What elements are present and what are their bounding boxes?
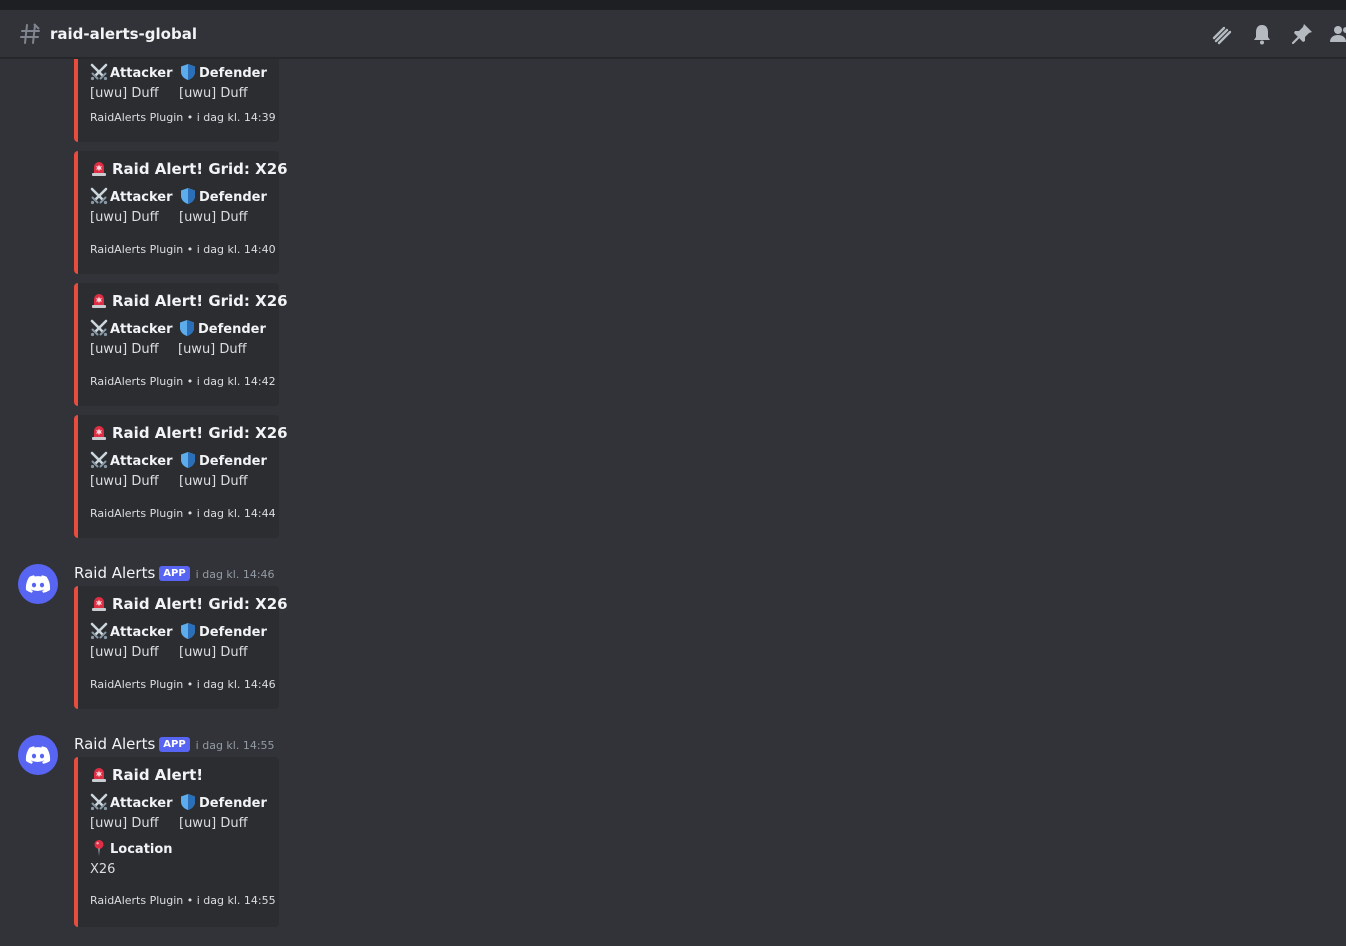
raid-alert-embed: Raid Alert! Grid: X26 Attacker [uwu] Duf… [74,586,288,709]
siren-icon [90,159,108,177]
embed-title: Raid Alert! Grid: X26 [90,291,288,311]
hashtag-icon [20,23,40,44]
defender-value: [uwu] Duff [179,474,248,489]
siren-icon [90,423,108,441]
defender-field: Defender [uwu] Duff [179,793,267,834]
defender-value: [uwu] Duff [178,342,247,357]
members-icon[interactable] [1328,22,1346,46]
defender-field: Defender [uwu] Duff [179,187,267,228]
defender-field: Defender [uwu] Duff [179,622,267,663]
embed-title: Raid Alert! [90,765,203,785]
message-header: Raid Alerts APP i dag kl. 14:55 [74,733,275,757]
message-list[interactable]: Attacker [uwu] Duff Defender [uwu] Duff … [0,59,1346,946]
username[interactable]: Raid Alerts [74,735,155,753]
shield-icon [179,63,197,81]
message-timestamp: i dag kl. 14:55 [195,739,275,752]
attacker-field: Attacker [uwu] Duff [90,793,173,834]
attacker-field: Attacker [uwu] Duff [90,319,173,360]
discord-logo-icon [18,735,58,775]
shield-icon [179,622,197,640]
crossed-swords-icon [90,451,108,469]
embed-footer: RaidAlerts Plugin • i dag kl. 14:44 [90,507,276,520]
shield-icon [179,187,197,205]
round-pushpin-icon [90,839,108,857]
message-timestamp: i dag kl. 14:46 [195,568,275,581]
raid-alert-embed: Raid Alert! Grid: X26 Attacker [uwu] Duf… [74,415,288,538]
defender-value: [uwu] Duff [179,816,248,831]
defender-value: [uwu] Duff [179,210,248,225]
siren-icon [90,765,108,783]
shield-icon [179,451,197,469]
raid-alert-embed: Raid Alert! Grid: X26 Attacker [uwu] Duf… [74,283,288,406]
attacker-field: Attacker [uwu] Duff [90,63,173,104]
attacker-field: Attacker [uwu] Duff [90,451,173,492]
attacker-value: [uwu] Duff [90,210,159,225]
siren-icon [90,291,108,309]
crossed-swords-icon [90,63,108,81]
raid-alert-embed: Raid Alert! Grid: X26 Attacker [uwu] Duf… [74,151,288,274]
embed-footer: RaidAlerts Plugin • i dag kl. 14:55 [90,894,276,907]
threads-icon[interactable] [1210,22,1234,46]
discord-logo-icon [18,564,58,604]
bot-avatar[interactable] [18,564,58,604]
channel-name: raid-alerts-global [50,25,197,43]
shield-icon [178,319,196,337]
embed-footer: RaidAlerts Plugin • i dag kl. 14:40 [90,243,276,256]
defender-field: Defender [uwu] Duff [178,319,266,360]
username[interactable]: Raid Alerts [74,564,155,582]
attacker-value: [uwu] Duff [90,816,159,831]
pin-icon[interactable] [1290,22,1314,46]
crossed-swords-icon [90,622,108,640]
defender-field: Defender [uwu] Duff [179,63,267,104]
raid-alert-embed: Attacker [uwu] Duff Defender [uwu] Duff … [74,59,279,142]
attacker-field: Attacker [uwu] Duff [90,187,173,228]
attacker-value: [uwu] Duff [90,86,159,101]
channel-header: raid-alerts-global [0,10,1346,58]
embed-footer: RaidAlerts Plugin • i dag kl. 14:42 [90,375,276,388]
location-field: Location X26 [90,839,173,880]
embed-title: Raid Alert! Grid: X26 [90,159,288,179]
defender-value: [uwu] Duff [179,86,248,101]
app-badge: APP [159,566,190,581]
defender-value: [uwu] Duff [179,645,248,660]
message-header: Raid Alerts APP i dag kl. 14:46 [74,562,275,586]
window-top-strip [0,0,1346,10]
defender-field: Defender [uwu] Duff [179,451,267,492]
raid-alert-embed: Raid Alert! Attacker [uwu] Duff Defender… [74,757,279,927]
attacker-value: [uwu] Duff [90,342,159,357]
embed-footer: RaidAlerts Plugin • i dag kl. 14:46 [90,678,276,691]
embed-title: Raid Alert! Grid: X26 [90,423,288,443]
embed-title: Raid Alert! Grid: X26 [90,594,288,614]
bot-avatar[interactable] [18,735,58,775]
attacker-field: Attacker [uwu] Duff [90,622,173,663]
embed-footer: RaidAlerts Plugin • i dag kl. 14:39 [90,111,276,124]
shield-icon [179,793,197,811]
siren-icon [90,594,108,612]
location-value: X26 [90,862,116,877]
bell-icon[interactable] [1250,22,1274,46]
crossed-swords-icon [90,187,108,205]
attacker-value: [uwu] Duff [90,474,159,489]
attacker-value: [uwu] Duff [90,645,159,660]
app-badge: APP [159,737,190,752]
crossed-swords-icon [90,319,108,337]
crossed-swords-icon [90,793,108,811]
